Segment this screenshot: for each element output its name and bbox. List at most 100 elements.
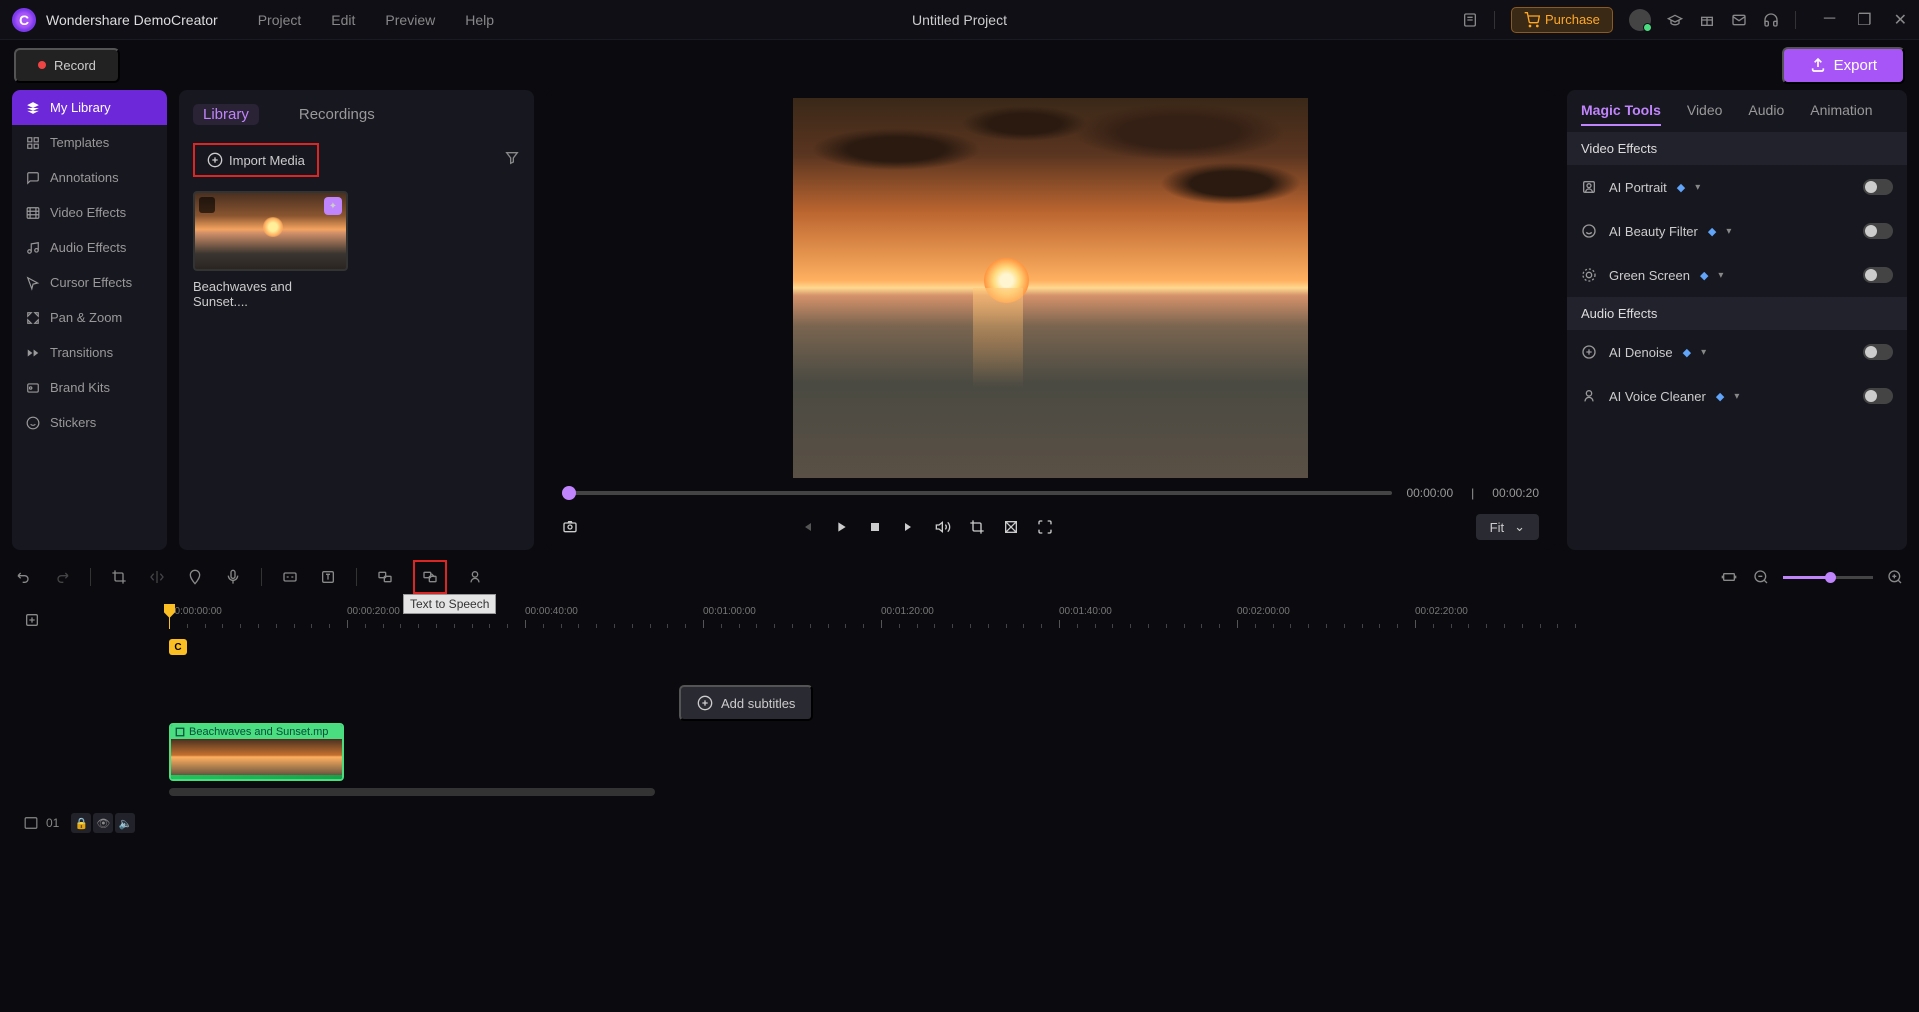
text-icon[interactable] xyxy=(318,567,338,587)
sidebar-item-templates[interactable]: Templates xyxy=(12,125,167,160)
crop-tool-icon[interactable] xyxy=(109,567,129,587)
sidebar-label: Cursor Effects xyxy=(50,275,132,290)
caption-icon[interactable] xyxy=(280,567,300,587)
chevron-down-icon: ▾ xyxy=(1695,182,1700,193)
time-ruler[interactable]: 00:00:00:0000:00:20:0000:00:40:0000:01:0… xyxy=(169,604,1905,629)
tab-video[interactable]: Video xyxy=(1687,102,1723,126)
graduation-icon[interactable] xyxy=(1667,12,1683,28)
preview-video[interactable] xyxy=(793,98,1308,478)
tracks-area[interactable]: 00:00:00:0000:00:20:0000:00:40:0000:01:0… xyxy=(169,604,1905,843)
prop-label: AI Portrait xyxy=(1609,180,1667,195)
sidebar-item-pan-zoom[interactable]: Pan & Zoom xyxy=(12,300,167,335)
sidebar-label: Templates xyxy=(50,135,109,150)
sidebar-item-transitions[interactable]: Transitions xyxy=(12,335,167,370)
menu-help[interactable]: Help xyxy=(465,12,494,28)
toggle-ai-denoise[interactable] xyxy=(1863,344,1893,360)
mic-icon[interactable] xyxy=(223,567,243,587)
headphones-icon[interactable] xyxy=(1763,12,1779,28)
marker-icon[interactable] xyxy=(185,567,205,587)
media-thumbnail[interactable]: ✦ Beachwaves and Sunset.... xyxy=(193,191,348,309)
portrait-icon xyxy=(1581,179,1599,195)
scrollbar-thumb[interactable] xyxy=(169,788,655,796)
track-lock-icon[interactable]: 🔒 xyxy=(71,813,91,833)
zoom-out-icon[interactable] xyxy=(1751,567,1771,587)
video-track[interactable]: Beachwaves and Sunset.mp xyxy=(169,723,1905,783)
timeline-scrollbar[interactable] xyxy=(169,787,1905,797)
minimize-button[interactable]: ─ xyxy=(1824,10,1835,30)
sidebar-item-cursor-effects[interactable]: Cursor Effects xyxy=(12,265,167,300)
split-icon[interactable] xyxy=(147,567,167,587)
fullscreen-icon[interactable] xyxy=(1037,519,1053,535)
undo-icon[interactable] xyxy=(14,567,34,587)
toggle-ai-beauty[interactable] xyxy=(1863,223,1893,239)
video-clip[interactable]: Beachwaves and Sunset.mp xyxy=(169,723,344,781)
next-frame-icon[interactable] xyxy=(901,519,917,535)
tab-audio[interactable]: Audio xyxy=(1748,102,1784,126)
transition-icon xyxy=(26,346,40,360)
top-actions-bar: Record Export xyxy=(0,40,1919,90)
sidebar-item-my-library[interactable]: My Library xyxy=(12,90,167,125)
purchase-button[interactable]: Purchase xyxy=(1511,7,1613,33)
sidebar-item-stickers[interactable]: Stickers xyxy=(12,405,167,440)
sidebar-item-audio-effects[interactable]: Audio Effects xyxy=(12,230,167,265)
preview-scrub-track[interactable] xyxy=(562,491,1392,495)
crop-icon[interactable] xyxy=(969,519,985,535)
gift-icon[interactable] xyxy=(1699,12,1715,28)
export-button[interactable]: Export xyxy=(1782,47,1905,84)
chevron-down-icon: ⌄ xyxy=(1514,519,1525,535)
play-icon[interactable] xyxy=(833,519,849,535)
user-avatar[interactable] xyxy=(1629,9,1651,31)
zoom-fit-icon[interactable] xyxy=(1719,567,1739,587)
filter-icon[interactable] xyxy=(504,150,520,171)
sidebar-item-video-effects[interactable]: Video Effects xyxy=(12,195,167,230)
menu-project[interactable]: Project xyxy=(258,12,302,28)
stt-icon[interactable] xyxy=(375,567,395,587)
time-divider: | xyxy=(1471,486,1474,500)
record-button[interactable]: Record xyxy=(14,48,120,83)
fit-dropdown[interactable]: Fit⌄ xyxy=(1476,514,1539,540)
zoom-slider[interactable] xyxy=(1783,576,1873,579)
sidebar-item-brand-kits[interactable]: Brand Kits xyxy=(12,370,167,405)
grid-icon[interactable] xyxy=(1003,519,1019,535)
zoom-handle[interactable] xyxy=(1825,572,1836,583)
tab-library[interactable]: Library xyxy=(193,104,259,125)
add-track-button[interactable] xyxy=(24,615,40,632)
snapshot-icon[interactable] xyxy=(562,519,578,535)
tab-animation[interactable]: Animation xyxy=(1810,102,1872,126)
note-icon[interactable] xyxy=(1462,12,1478,28)
mail-icon[interactable] xyxy=(1731,12,1747,28)
sidebar-label: Audio Effects xyxy=(50,240,126,255)
beauty-icon xyxy=(1581,223,1599,239)
redo-icon[interactable] xyxy=(52,567,72,587)
menu-preview[interactable]: Preview xyxy=(385,12,435,28)
project-title: Untitled Project xyxy=(912,12,1007,28)
close-button[interactable]: ✕ xyxy=(1894,10,1907,30)
track-mute-icon[interactable]: 🔈 xyxy=(115,813,135,833)
playhead[interactable] xyxy=(169,604,170,629)
prev-frame-icon[interactable] xyxy=(799,519,815,535)
tab-recordings[interactable]: Recordings xyxy=(289,104,385,125)
toggle-ai-voice-cleaner[interactable] xyxy=(1863,388,1893,404)
zoom-in-icon[interactable] xyxy=(1885,567,1905,587)
stop-icon[interactable] xyxy=(867,519,883,535)
prop-ai-beauty[interactable]: AI Beauty Filter ◆▾ xyxy=(1567,209,1907,253)
prop-green-screen[interactable]: Green Screen ◆▾ xyxy=(1567,253,1907,297)
menu-edit[interactable]: Edit xyxy=(331,12,355,28)
prop-ai-voice-cleaner[interactable]: AI Voice Cleaner ◆▾ xyxy=(1567,374,1907,418)
tab-magic-tools[interactable]: Magic Tools xyxy=(1581,102,1661,126)
maximize-button[interactable]: ❐ xyxy=(1857,10,1871,30)
volume-icon[interactable] xyxy=(935,519,951,535)
text-to-speech-button[interactable]: Text to Speech xyxy=(413,560,447,594)
import-media-button[interactable]: Import Media xyxy=(193,143,319,177)
person-icon[interactable] xyxy=(465,567,485,587)
track-eye-icon[interactable]: 👁 xyxy=(93,813,113,833)
prop-ai-portrait[interactable]: AI Portrait ◆▾ xyxy=(1567,165,1907,209)
toggle-ai-portrait[interactable] xyxy=(1863,179,1893,195)
premium-icon: ◆ xyxy=(1700,269,1708,282)
scrub-handle[interactable] xyxy=(562,486,576,500)
toggle-green-screen[interactable] xyxy=(1863,267,1893,283)
prop-ai-denoise[interactable]: AI Denoise ◆▾ xyxy=(1567,330,1907,374)
sidebar-item-annotations[interactable]: Annotations xyxy=(12,160,167,195)
add-subtitles-button[interactable]: Add subtitles xyxy=(679,685,813,721)
video-track-label: 01 🔒 👁 🔈 xyxy=(14,803,169,843)
